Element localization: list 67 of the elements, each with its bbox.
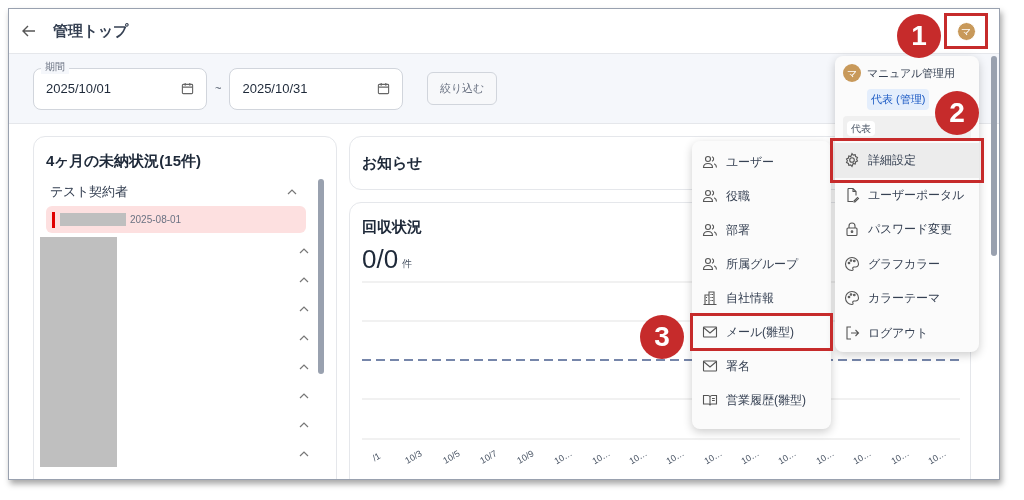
- settings-icon: [844, 152, 860, 169]
- lock-icon: [844, 221, 860, 238]
- due-date: 2025-08-01: [130, 213, 182, 227]
- axis-label: 10/3: [403, 447, 425, 468]
- people-icon: [702, 256, 718, 272]
- collection-count: 0/0: [362, 243, 399, 275]
- menu-item[interactable]: ログアウト: [835, 315, 979, 350]
- menu-item[interactable]: ユーザー: [692, 145, 831, 179]
- overdue-item[interactable]: 2025-08-01: [46, 206, 306, 233]
- end-date-field[interactable]: 2025/10/31: [229, 67, 404, 110]
- envelope-icon: [702, 358, 718, 374]
- palette-icon: [844, 290, 860, 307]
- menu-item[interactable]: 所属グループ: [692, 247, 831, 281]
- calendar-icon[interactable]: [181, 82, 194, 95]
- axis-label: 10…: [701, 447, 725, 469]
- contractor-name: テスト契約者: [50, 183, 128, 202]
- axis-label: 10…: [888, 447, 912, 469]
- axis-label: 10/7: [477, 447, 500, 468]
- logout-icon: [844, 324, 860, 341]
- calendar-icon[interactable]: [377, 82, 391, 95]
- user-avatar: マ: [843, 64, 861, 82]
- people-icon: [702, 188, 718, 204]
- menu-item[interactable]: パスワード変更: [835, 212, 979, 247]
- axis-label: 10/5: [440, 447, 463, 468]
- axis-label: 10/9: [515, 447, 537, 468]
- axis-label: 10…: [925, 447, 949, 469]
- palette-icon: [844, 255, 860, 272]
- user-name: マニュアル管理用: [867, 65, 955, 81]
- axis-label: 10…: [589, 447, 613, 469]
- menu-item[interactable]: カラーテーマ: [835, 281, 979, 316]
- card-title: 回収状況: [362, 217, 422, 237]
- people-icon: [702, 222, 718, 238]
- axis-label: 10…: [739, 447, 762, 469]
- axis-label: 10…: [813, 447, 837, 469]
- menu-item[interactable]: ユーザーポータル: [835, 177, 979, 212]
- menu-item[interactable]: 署名: [692, 349, 831, 383]
- axis-label: 10…: [552, 447, 575, 469]
- axis-label: 10…: [851, 447, 875, 469]
- back-arrow-icon[interactable]: [21, 23, 37, 39]
- people-icon: [702, 154, 718, 170]
- envelope-icon: [702, 324, 718, 340]
- axis-label: 10…: [776, 447, 800, 469]
- scrollbar[interactable]: [991, 56, 997, 256]
- step-number-badge: 1: [897, 14, 941, 58]
- menu-item[interactable]: メール(雛型): [692, 315, 831, 349]
- menu-item[interactable]: 自社情報: [692, 281, 831, 315]
- menu-item[interactable]: 部署: [692, 213, 831, 247]
- card-title: 4ヶ月の未納状況(15件): [46, 151, 202, 171]
- menu-item[interactable]: 役職: [692, 179, 831, 213]
- axis-label: /1: [370, 450, 384, 466]
- book-icon: [702, 392, 718, 408]
- field-label: 期間: [41, 59, 69, 74]
- building-icon: [702, 290, 718, 306]
- axis-label: 10…: [626, 447, 650, 469]
- count-unit: 件: [402, 257, 413, 271]
- page-title: 管理トップ: [53, 20, 128, 41]
- card-title: お知らせ: [362, 152, 422, 173]
- menu-item[interactable]: 営業履歴(雛型): [692, 383, 831, 417]
- redaction-block: [60, 213, 126, 226]
- filter-button[interactable]: 絞り込む: [427, 72, 498, 105]
- status-bar-mark: [52, 211, 55, 228]
- file-pen-icon: [844, 186, 860, 203]
- axis-label: 10…: [664, 447, 688, 469]
- range-separator: ~: [215, 81, 222, 97]
- role-chip: 代表 (管理): [867, 89, 930, 110]
- scrollbar[interactable]: [318, 179, 324, 374]
- menu-item[interactable]: グラフカラー: [835, 246, 979, 281]
